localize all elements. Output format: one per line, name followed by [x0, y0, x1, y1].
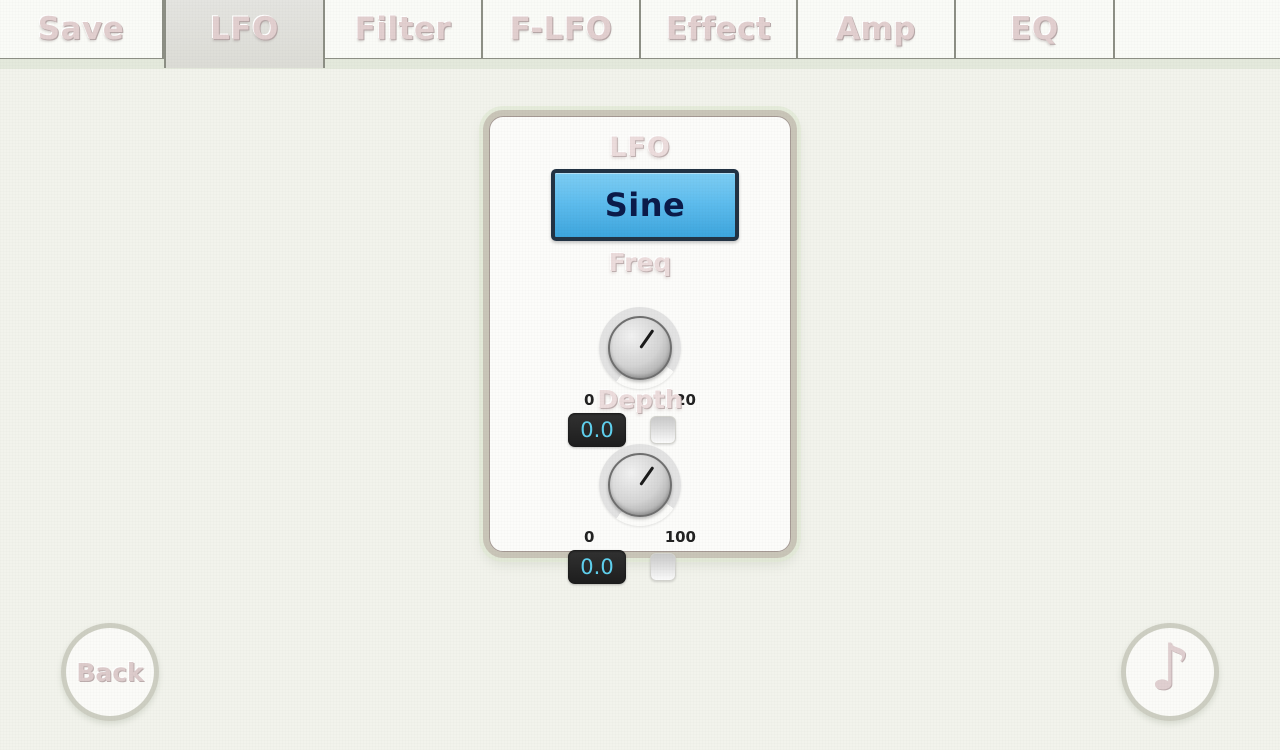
- depth-title: Depth: [597, 385, 683, 414]
- tab-eq-label: EQ: [1010, 11, 1059, 47]
- depth-min-label: 0: [584, 528, 595, 546]
- tab-amp-label: Amp: [836, 11, 916, 47]
- tab-f-lfo[interactable]: F-LFO: [483, 0, 641, 58]
- depth-knob-pointer: [638, 466, 654, 486]
- waveform-select-label: Sine: [604, 186, 686, 224]
- tab-lfo-label: LFO: [210, 11, 279, 47]
- tab-effect[interactable]: Effect: [641, 0, 798, 58]
- depth-knob[interactable]: [599, 444, 681, 526]
- waveform-select-button[interactable]: Sine: [551, 169, 739, 241]
- freq-knob[interactable]: [599, 307, 681, 389]
- tab-f-lfo-label: F-LFO: [509, 11, 613, 47]
- freq-knob-pointer: [638, 329, 654, 349]
- depth-control-group: Depth 0 100 0.0: [489, 385, 791, 584]
- panel-title: LFO: [609, 132, 671, 163]
- depth-max-label: 100: [664, 528, 696, 546]
- freq-title: Freq: [608, 248, 672, 277]
- back-button[interactable]: Back: [61, 623, 159, 721]
- depth-range-labels: 0 100: [584, 528, 696, 546]
- tab-filter-label: Filter: [354, 11, 452, 47]
- tab-bar: Save LFO Filter F-LFO Effect Amp EQ: [0, 0, 1280, 69]
- music-note-icon: ♪: [1149, 631, 1191, 705]
- depth-value: 0.0: [580, 555, 614, 579]
- tab-amp[interactable]: Amp: [798, 0, 956, 58]
- depth-modulation-toggle[interactable]: [650, 553, 676, 581]
- tab-lfo[interactable]: LFO: [164, 0, 325, 68]
- tab-effect-label: Effect: [665, 11, 772, 47]
- tab-save-label: Save: [37, 11, 125, 47]
- play-note-button[interactable]: ♪: [1121, 623, 1219, 721]
- back-button-label: Back: [76, 657, 144, 687]
- tab-filter[interactable]: Filter: [325, 0, 483, 58]
- tab-eq[interactable]: EQ: [956, 0, 1115, 58]
- freq-knob-body[interactable]: [608, 316, 672, 380]
- tab-save[interactable]: Save: [0, 0, 164, 58]
- depth-readout-row: 0.0: [560, 550, 720, 584]
- depth-value-display[interactable]: 0.0: [568, 550, 626, 584]
- tab-empty: [1115, 0, 1280, 58]
- depth-knob-body[interactable]: [608, 453, 672, 517]
- lfo-panel: LFO Sine Freq 0 20 0.0 Depth 0 100 0.0: [483, 110, 797, 584]
